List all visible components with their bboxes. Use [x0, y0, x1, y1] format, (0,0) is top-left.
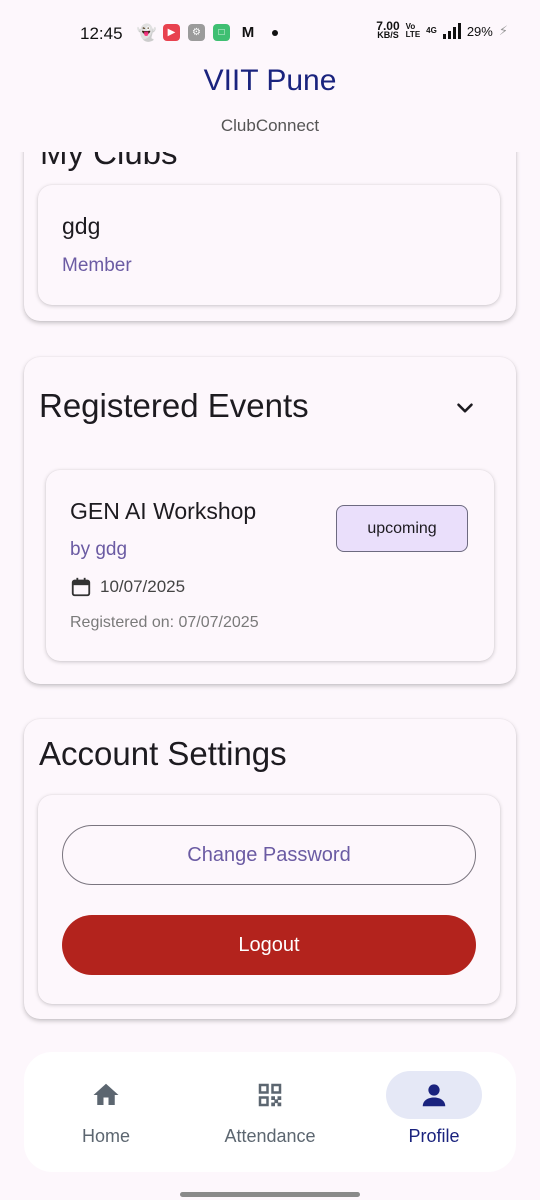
- nav-item-attendance[interactable]: Attendance: [188, 1052, 352, 1172]
- nav-active-indicator: [386, 1071, 482, 1119]
- account-settings-heading: Account Settings: [39, 735, 287, 772]
- event-item[interactable]: GEN AI Workshop by gdg 10/07/2025 Regist…: [46, 470, 494, 661]
- charging-icon: ⚡: [498, 23, 508, 38]
- more-notifications-dot-icon: [272, 29, 278, 36]
- bottom-navigation: Home Attendance Profile: [24, 1052, 516, 1172]
- my-clubs-heading: My Clubs: [40, 152, 178, 171]
- home-icon: [93, 1083, 119, 1105]
- profile-scroll-area[interactable]: My Clubs gdg Member Registered Events GE…: [0, 152, 540, 1032]
- m-app-icon: M: [241, 24, 255, 41]
- club-role: Member: [62, 255, 132, 276]
- event-registered-on: Registered on: 07/07/2025: [70, 614, 259, 631]
- video-app-icon: ▶: [163, 24, 180, 41]
- logout-button[interactable]: Logout: [62, 915, 476, 975]
- signal-strength-icon: [442, 23, 461, 39]
- calendar-icon: [71, 577, 91, 597]
- club-item[interactable]: gdg Member: [38, 185, 500, 305]
- battery-percentage: 29%: [466, 23, 493, 39]
- status-indicators: 7.00 KB/S Vo LTE 4G 29% ⚡: [376, 19, 508, 40]
- volte-indicator: Vo LTE: [405, 22, 421, 39]
- event-organizer: by gdg: [70, 539, 128, 560]
- profile-screen: 12:45 👻 ▶ ⚙ □ M 7.00 KB/S Vo LTE 4G 29% …: [0, 0, 540, 1200]
- my-clubs-card: My Clubs gdg Member: [24, 152, 516, 321]
- chevron-down-icon[interactable]: [452, 395, 478, 421]
- app-subtitle: ClubConnect: [220, 116, 320, 135]
- app-title: VIIT Pune: [203, 64, 337, 97]
- person-icon: [422, 1084, 446, 1107]
- nav-label-profile: Profile: [408, 1126, 460, 1146]
- network-type: 4G: [426, 26, 437, 35]
- event-status-badge: upcoming: [336, 505, 468, 552]
- account-settings-panel: Change Password Logout: [38, 795, 500, 1004]
- event-date: 10/07/2025: [100, 577, 186, 596]
- network-speed: 7.00 KB/S: [376, 19, 400, 40]
- registered-events-heading: Registered Events: [39, 387, 309, 424]
- registered-events-card: Registered Events GEN AI Workshop by gdg…: [24, 357, 516, 684]
- notification-icons: 👻 ▶ ⚙ □ M: [136, 24, 278, 42]
- nav-item-profile[interactable]: Profile: [352, 1052, 516, 1172]
- gesture-home-indicator[interactable]: [180, 1192, 360, 1197]
- club-name: gdg: [62, 213, 101, 239]
- nav-item-home[interactable]: Home: [24, 1052, 188, 1172]
- status-time: 12:45: [80, 24, 123, 43]
- event-date-row: 10/07/2025: [70, 576, 185, 598]
- nav-label-home: Home: [81, 1126, 130, 1146]
- snapchat-icon: 👻: [136, 24, 157, 42]
- phone-app-icon: □: [213, 24, 230, 41]
- event-title: GEN AI Workshop: [70, 498, 257, 524]
- change-password-button[interactable]: Change Password: [62, 825, 476, 885]
- nav-label-attendance: Attendance: [224, 1126, 316, 1146]
- account-settings-card: Account Settings Change Password Logout: [24, 719, 516, 1019]
- settings-app-icon: ⚙: [188, 24, 205, 41]
- status-bar: 12:45 👻 ▶ ⚙ □ M 7.00 KB/S Vo LTE 4G 29% …: [0, 0, 540, 62]
- qr-code-icon: [258, 1083, 282, 1107]
